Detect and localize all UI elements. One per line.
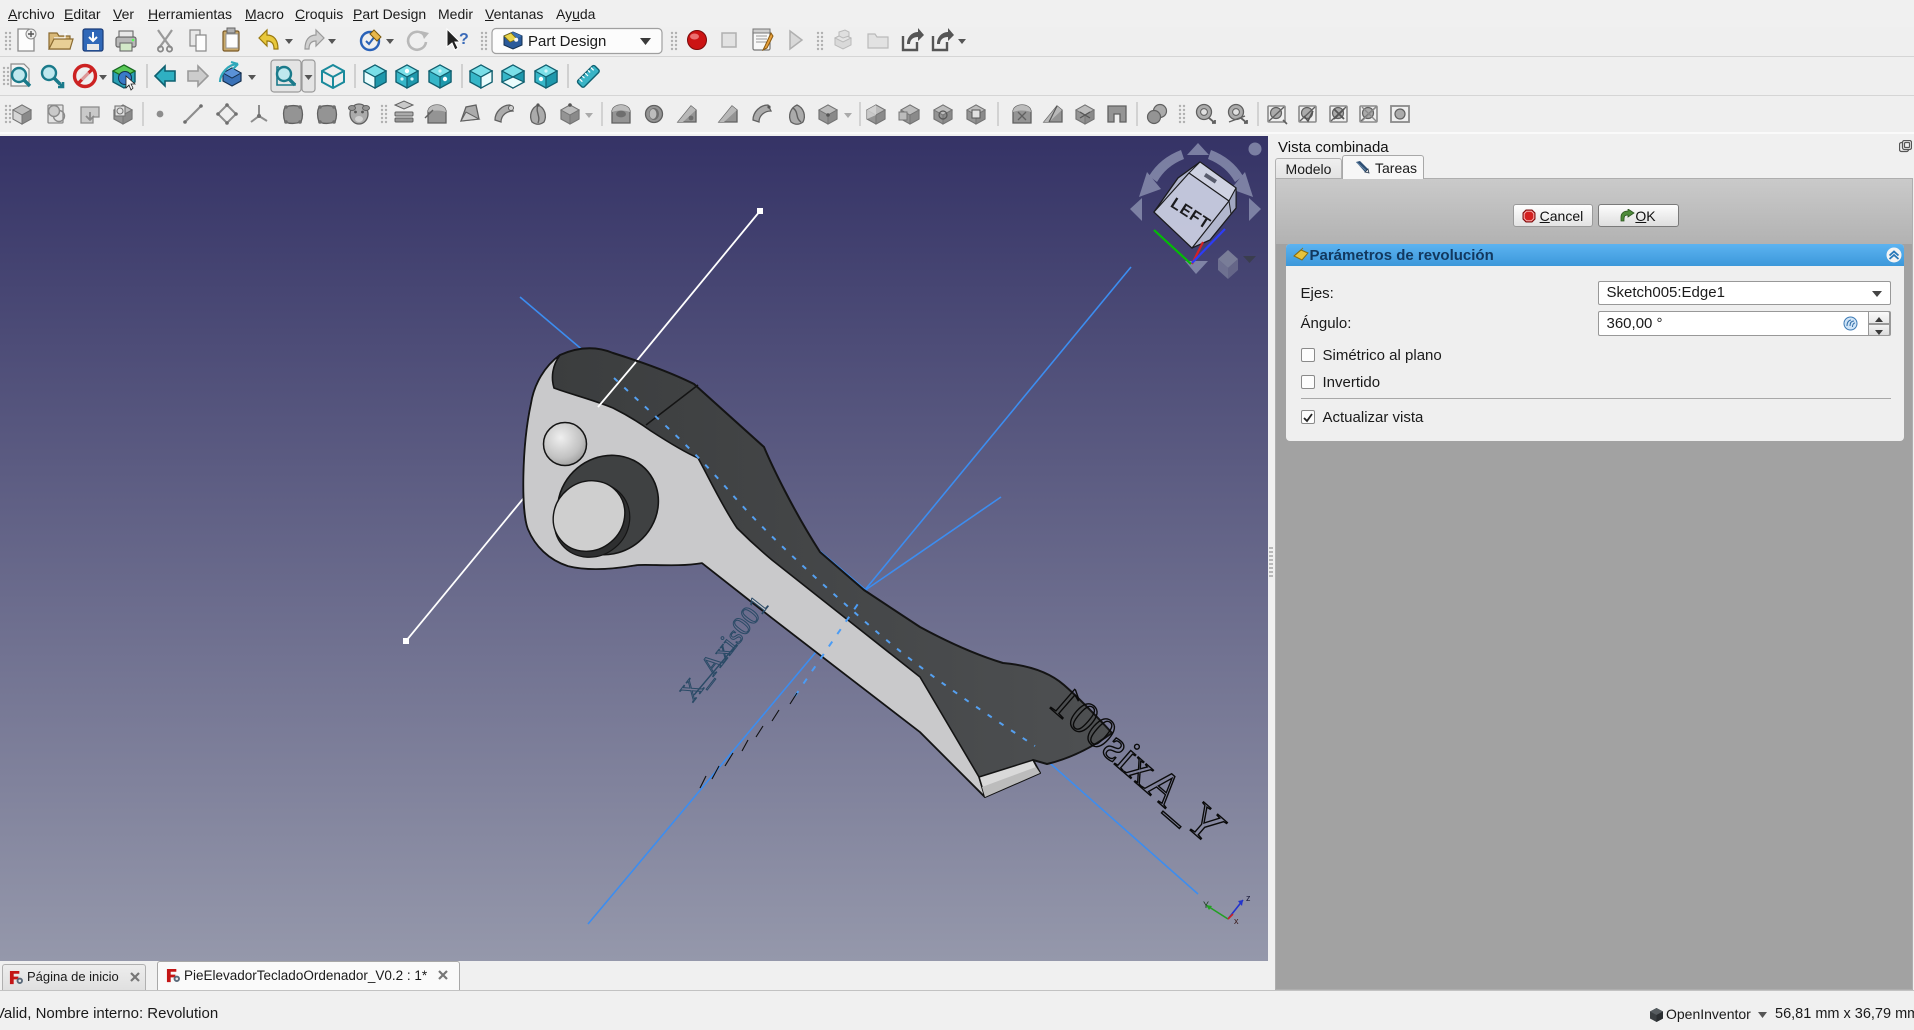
svg-text:?: ? bbox=[459, 31, 469, 48]
svg-text:Y: Y bbox=[1203, 900, 1209, 910]
svg-text:Part Design: Part Design bbox=[528, 33, 606, 50]
svg-text:z: z bbox=[1246, 893, 1251, 903]
svg-text:x: x bbox=[1234, 916, 1239, 926]
